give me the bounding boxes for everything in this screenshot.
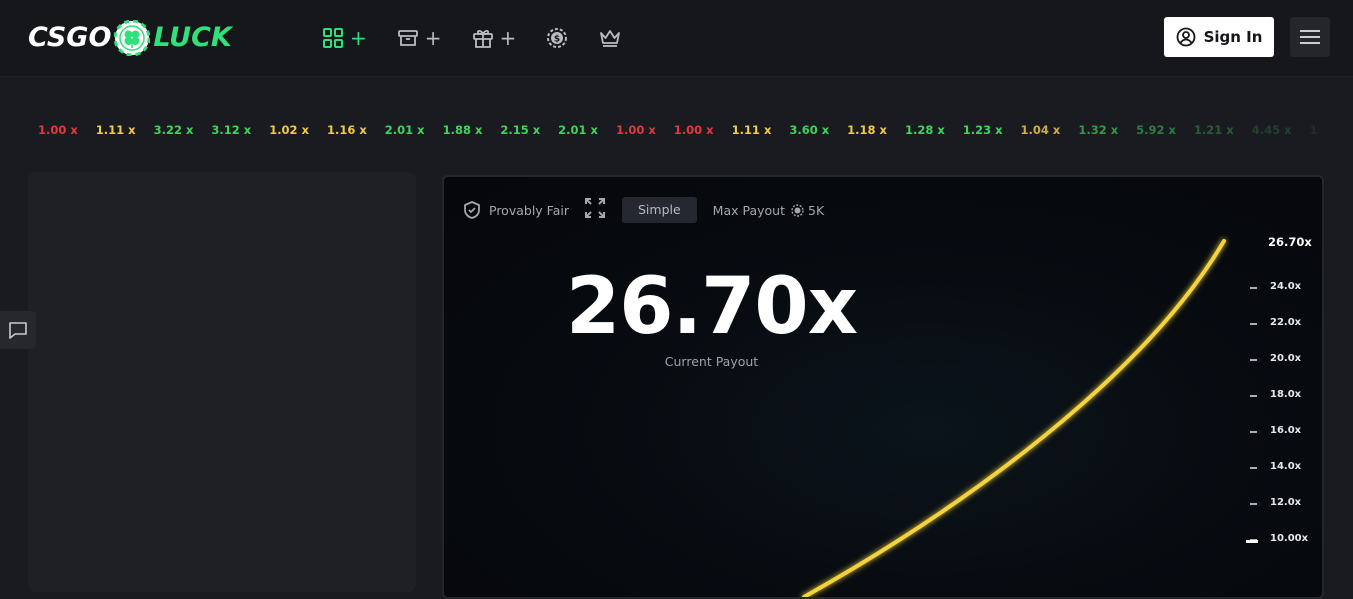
axis-top-label: 26.70x xyxy=(1268,235,1312,249)
mode-simple-button[interactable]: Simple xyxy=(621,197,697,223)
history-item[interactable]: 1.11 x xyxy=(732,123,772,137)
current-payout-label: Current Payout xyxy=(664,354,759,369)
hamburger-menu-button[interactable] xyxy=(1290,17,1330,57)
clover-chip-icon xyxy=(114,20,151,56)
history-item[interactable]: 1.32 x xyxy=(1078,123,1118,137)
game-toolbar: Provably Fair Simple Max Payout 5K xyxy=(462,197,824,223)
coin-icon: $ xyxy=(547,28,568,48)
bet-panel xyxy=(28,172,416,592)
nav-coins[interactable]: $ xyxy=(546,27,568,49)
history-item[interactable]: 1.00 x xyxy=(674,123,714,137)
nav-cases[interactable]: + xyxy=(397,27,442,49)
history-item[interactable]: 1.88 x xyxy=(443,123,483,137)
user-circle-icon xyxy=(1176,27,1195,47)
max-payout-info: Max Payout 5K xyxy=(713,203,824,218)
chat-icon xyxy=(9,322,27,339)
current-multiplier: 26.70x xyxy=(565,262,858,352)
history-item[interactable]: 1.00 x xyxy=(616,123,656,137)
history-item[interactable]: 1.02 x xyxy=(269,123,309,137)
max-payout-value: 5K xyxy=(808,202,825,218)
nav-games[interactable]: + xyxy=(322,27,367,49)
shield-check-icon xyxy=(464,201,480,219)
max-payout-label: Max Payout xyxy=(712,202,785,218)
gift-icon xyxy=(472,29,493,48)
axis-tick-label: 16.0x xyxy=(1270,425,1302,436)
multiplier-curve xyxy=(802,223,1258,597)
history-item[interactable]: 3.22 x xyxy=(154,123,194,137)
history-item[interactable]: 4.45 x xyxy=(1252,123,1292,137)
history-item[interactable]: 1.21 x xyxy=(1194,123,1234,137)
history-item[interactable]: 2.15 x xyxy=(500,123,540,137)
axis-tick-label: 14.0x xyxy=(1270,461,1302,472)
history-item[interactable]: 3.60 x xyxy=(789,123,829,137)
chat-toggle-button[interactable] xyxy=(0,311,36,349)
grid-icon xyxy=(323,28,343,48)
crown-icon xyxy=(600,30,621,47)
nav-vip[interactable] xyxy=(598,27,622,49)
axis-current-marker xyxy=(1246,540,1258,543)
history-item[interactable]: 1.18 x xyxy=(847,123,887,137)
nav-rewards[interactable]: + xyxy=(472,26,517,50)
sign-in-label: Sign In xyxy=(1203,28,1263,46)
history-item[interactable]: 2.01 x xyxy=(385,123,425,137)
provably-fair-button[interactable]: Provably Fair xyxy=(462,200,569,220)
axis-tick-label: 10.00x xyxy=(1270,533,1309,544)
top-bar: CSGO LUCK + + + $ Sign In xyxy=(0,0,1353,77)
sign-in-button[interactable]: Sign In xyxy=(1164,17,1274,57)
history-item[interactable]: 5.92 x xyxy=(1136,123,1176,137)
plus-icon: + xyxy=(350,26,367,50)
svg-text:$: $ xyxy=(554,35,560,45)
plus-icon: + xyxy=(424,26,442,50)
axis-tick-label: 12.0x xyxy=(1270,497,1302,508)
axis-tick-label: 20.0x xyxy=(1270,353,1302,364)
box-icon xyxy=(397,30,418,46)
logo-text-luck: LUCK xyxy=(153,22,232,53)
logo-text-csgo: CSGO xyxy=(28,22,112,53)
axis-tick-label: 24.0x xyxy=(1270,281,1302,292)
crash-game-panel: Provably Fair Simple Max Payout 5K 26.70… xyxy=(442,175,1324,599)
history-item[interactable]: 1.28 x xyxy=(905,123,945,137)
history-item[interactable]: 1.16 x xyxy=(327,123,367,137)
crash-history-strip: 1.00 x 1.11 x 3.22 x 3.12 x 1.02 x 1.16 x 2.01… xyxy=(38,122,1318,138)
coin-icon xyxy=(791,203,804,217)
plus-icon: + xyxy=(499,26,517,50)
history-item[interactable]: 1.04 x xyxy=(1021,123,1061,137)
history-item[interactable]: 1.00 x xyxy=(38,123,78,137)
curve-line xyxy=(802,239,1226,597)
history-item[interactable]: 2.01 x xyxy=(558,123,598,137)
expand-icon xyxy=(584,198,605,218)
history-item[interactable]: 1.03 x xyxy=(1310,123,1318,137)
main-nav: + + + $ xyxy=(322,22,652,54)
axis-tick-label: 22.0x xyxy=(1270,317,1302,328)
history-item[interactable]: 1.23 x xyxy=(963,123,1003,137)
fullscreen-button[interactable] xyxy=(584,197,606,223)
provably-fair-label: Provably Fair xyxy=(489,202,569,218)
menu-icon xyxy=(1300,30,1320,44)
history-item[interactable]: 1.11 x xyxy=(96,123,136,137)
logo[interactable]: CSGO LUCK xyxy=(28,18,232,58)
history-item[interactable]: 3.12 x xyxy=(211,123,251,137)
axis-tick-label: 18.0x xyxy=(1270,389,1302,400)
